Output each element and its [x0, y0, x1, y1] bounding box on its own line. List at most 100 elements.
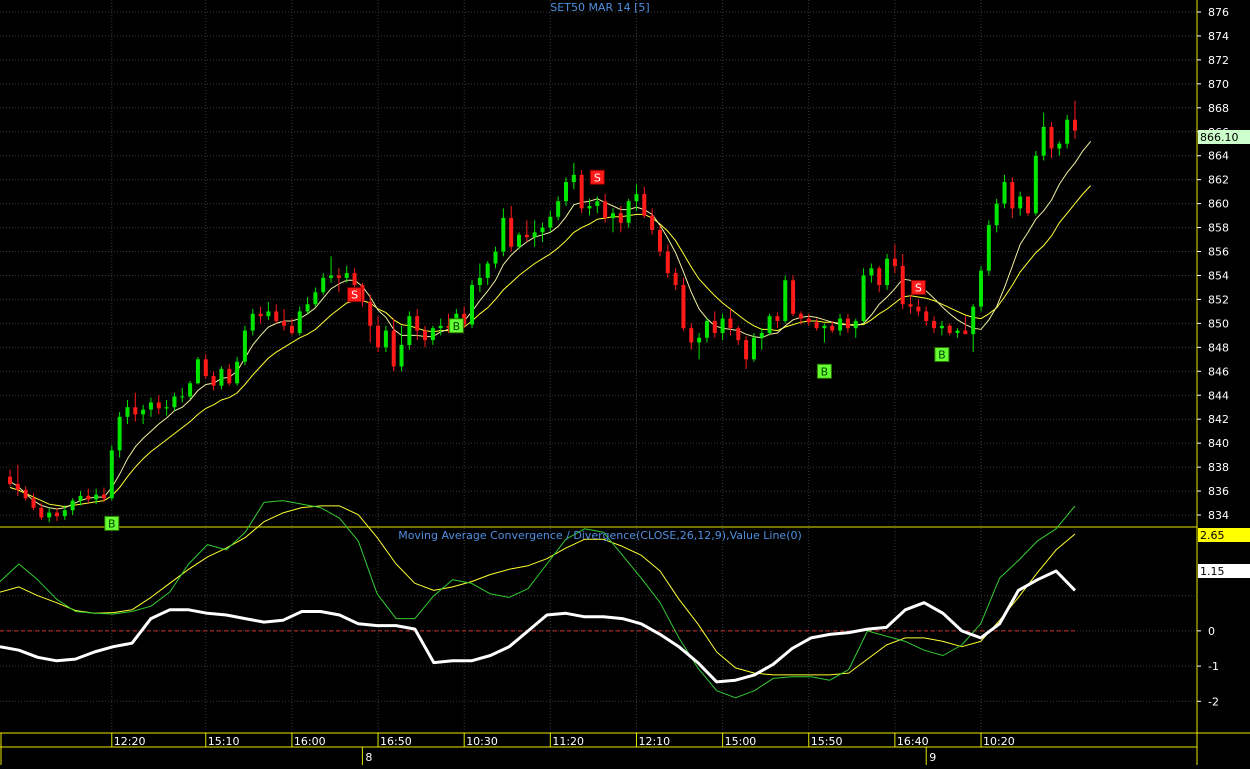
time-tick-label: 15:50: [811, 735, 843, 748]
candle[interactable]: [517, 232, 522, 250]
candle-body: [892, 258, 897, 266]
candle[interactable]: [783, 275, 788, 324]
candle-body: [313, 292, 318, 305]
candle-body: [579, 174, 584, 209]
candle-body: [720, 318, 725, 333]
buy-signal-marker[interactable]: B: [934, 347, 950, 363]
candle-body: [219, 368, 224, 386]
candle-body: [274, 311, 279, 321]
candle-body: [736, 328, 741, 341]
candle-body: [947, 325, 952, 333]
candle-body: [485, 263, 490, 278]
candle[interactable]: [1026, 196, 1031, 216]
candle[interactable]: [470, 280, 475, 329]
time-tick-label: 11:20: [552, 735, 584, 748]
candle-body: [391, 330, 396, 367]
candle-body: [180, 396, 185, 398]
price-tick-label: 874: [1208, 30, 1229, 43]
candle-body: [101, 494, 106, 499]
macd-value-label: 2.65: [1200, 529, 1225, 542]
candle-body: [603, 201, 608, 218]
candle[interactable]: [767, 313, 772, 336]
candle-body: [806, 318, 811, 323]
sell-signal-marker[interactable]: S: [910, 279, 926, 295]
candle-body: [869, 268, 874, 276]
candle-body: [368, 301, 373, 326]
buy-signal-marker[interactable]: B: [448, 318, 464, 334]
signal-label: S: [915, 281, 922, 294]
candle-body: [673, 273, 678, 286]
sell-signal-marker[interactable]: S: [347, 287, 363, 303]
candle-body: [814, 322, 819, 329]
macd-tick-label: -2: [1208, 695, 1219, 708]
candle-body: [744, 340, 749, 360]
candle[interactable]: [1065, 114, 1070, 149]
candle-body: [148, 402, 153, 410]
time-tick-label: 12:10: [638, 735, 670, 748]
candle-body: [767, 316, 772, 333]
candle-body: [932, 320, 937, 329]
price-tick-label: 848: [1208, 341, 1229, 354]
candle-body: [798, 313, 803, 319]
candle-body: [971, 306, 976, 335]
signal-label: S: [594, 171, 601, 184]
chart-canvas[interactable]: B S B S B S B 834 836 838 840 842 844 846 848 850 852 85…: [0, 0, 1250, 765]
price-tick-label: 872: [1208, 54, 1229, 67]
candle-body: [791, 280, 796, 314]
candle-body: [524, 234, 529, 238]
candle-body: [336, 275, 341, 278]
candle-body: [1073, 119, 1077, 131]
candle[interactable]: [681, 277, 686, 331]
price-tick-label: 852: [1208, 293, 1229, 306]
candle-body: [728, 318, 733, 329]
buy-signal-marker[interactable]: B: [104, 515, 120, 531]
candle-body: [78, 495, 83, 501]
price-tick-label: 838: [1208, 461, 1229, 474]
candle[interactable]: [791, 275, 796, 317]
candle-body: [908, 304, 913, 307]
candle[interactable]: [1033, 150, 1038, 216]
candle[interactable]: [242, 325, 247, 366]
price-tick-label: 860: [1208, 198, 1229, 211]
price-tick-label: 870: [1208, 78, 1229, 91]
sell-signal-marker[interactable]: S: [589, 169, 605, 185]
candle[interactable]: [579, 170, 584, 214]
candle-body: [650, 215, 655, 230]
candle-body: [1057, 143, 1062, 149]
candle[interactable]: [195, 356, 200, 385]
candle[interactable]: [188, 380, 193, 399]
candle[interactable]: [407, 311, 412, 350]
candle-body: [383, 330, 388, 348]
candle-body: [532, 232, 537, 238]
candle-body: [125, 407, 130, 417]
candle-body: [1018, 196, 1023, 209]
candle[interactable]: [979, 265, 984, 312]
candle-body: [31, 498, 36, 508]
candle-body: [203, 359, 208, 377]
candle-body: [509, 217, 514, 247]
buy-signal-marker[interactable]: B: [816, 363, 832, 379]
signal-label: B: [108, 517, 116, 530]
candle[interactable]: [861, 268, 866, 324]
price-tick-label: 846: [1208, 365, 1229, 378]
price-tick-label: 850: [1208, 317, 1229, 330]
candle-body: [289, 325, 294, 333]
candle-body: [681, 285, 686, 329]
candle-body: [626, 201, 631, 223]
candle-body: [618, 213, 623, 223]
candle[interactable]: [109, 445, 114, 501]
candle[interactable]: [885, 253, 890, 290]
last-price-label: 866.10: [1200, 131, 1239, 144]
candle-body: [164, 407, 169, 409]
candle-body: [133, 407, 138, 415]
candle-body: [845, 318, 850, 329]
candle-body: [266, 311, 271, 317]
candle-body: [986, 225, 991, 271]
candle-body: [610, 213, 615, 218]
candle-body: [517, 234, 522, 247]
candle[interactable]: [986, 220, 991, 276]
candle-body: [783, 280, 788, 321]
candle-body: [939, 325, 944, 329]
candle-body: [156, 402, 161, 409]
candle-body: [556, 201, 561, 217]
